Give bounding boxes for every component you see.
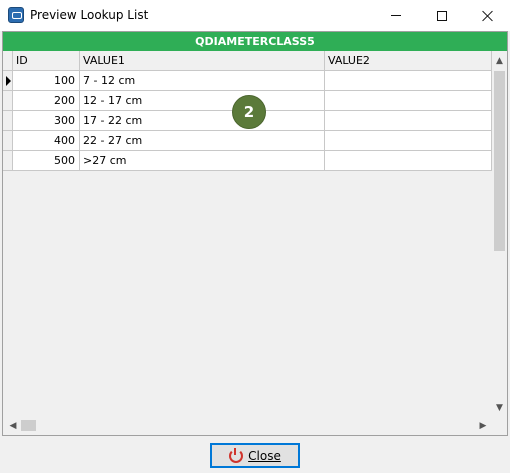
app-icon [8, 7, 24, 23]
cell-id[interactable]: 400 [13, 131, 80, 151]
vertical-scroll-thumb[interactable] [494, 71, 505, 251]
scroll-up-icon[interactable]: ▲ [492, 53, 507, 69]
table-row[interactable]: 400 22 - 27 cm [3, 131, 492, 151]
row-indicator[interactable] [3, 111, 13, 131]
current-row-pointer-icon [6, 76, 11, 86]
minimize-icon [391, 15, 401, 16]
scroll-right-icon[interactable]: ▶ [475, 416, 491, 435]
cell-value2[interactable] [325, 71, 492, 91]
grid-caption: QDIAMETERCLASS5 [3, 32, 507, 51]
cell-value2[interactable] [325, 91, 492, 111]
maximize-button[interactable] [419, 0, 465, 31]
cell-value2[interactable] [325, 131, 492, 151]
row-indicator[interactable] [3, 151, 13, 171]
cell-value1[interactable]: 17 - 22 cm [80, 111, 325, 131]
cell-value1[interactable]: >27 cm [80, 151, 325, 171]
cell-id[interactable]: 200 [13, 91, 80, 111]
row-indicator-header [3, 51, 13, 71]
scroll-down-icon[interactable]: ▼ [492, 400, 507, 416]
minimize-button[interactable] [373, 0, 419, 31]
vertical-scrollbar[interactable]: ▲ ▼ [492, 51, 507, 416]
step-number-badge: 2 [232, 95, 266, 129]
cell-id[interactable]: 300 [13, 111, 80, 131]
window-title: Preview Lookup List [30, 8, 149, 22]
cell-value2[interactable] [325, 111, 492, 131]
maximize-icon [437, 10, 447, 21]
table-row[interactable]: 500 >27 cm [3, 151, 492, 171]
lookup-grid[interactable]: QDIAMETERCLASS5 ID VALUE1 VALUE2 100 7 -… [2, 31, 508, 436]
horizontal-scrollbar[interactable]: ◀ ▶ [3, 416, 507, 435]
row-indicator[interactable] [3, 71, 13, 91]
cell-value2[interactable] [325, 151, 492, 171]
title-bar: Preview Lookup List [0, 0, 510, 31]
close-button-label: Close [248, 448, 281, 463]
row-indicator[interactable] [3, 131, 13, 151]
cell-value1[interactable]: 12 - 17 cm [80, 91, 325, 111]
horizontal-scroll-thumb[interactable] [21, 420, 36, 431]
close-icon [482, 10, 494, 22]
cell-value1[interactable]: 22 - 27 cm [80, 131, 325, 151]
close-button[interactable]: Close [210, 443, 300, 468]
close-window-button[interactable] [465, 0, 510, 31]
power-icon [229, 447, 244, 463]
column-header-value1[interactable]: VALUE1 [80, 51, 325, 71]
cell-id[interactable]: 500 [13, 151, 80, 171]
row-indicator[interactable] [3, 91, 13, 111]
scroll-left-icon[interactable]: ◀ [5, 416, 21, 435]
table-row[interactable]: 100 7 - 12 cm [3, 71, 492, 91]
cell-id[interactable]: 100 [13, 71, 80, 91]
cell-value1[interactable]: 7 - 12 cm [80, 71, 325, 91]
column-header-value2[interactable]: VALUE2 [325, 51, 492, 71]
column-header-id[interactable]: ID [13, 51, 80, 71]
